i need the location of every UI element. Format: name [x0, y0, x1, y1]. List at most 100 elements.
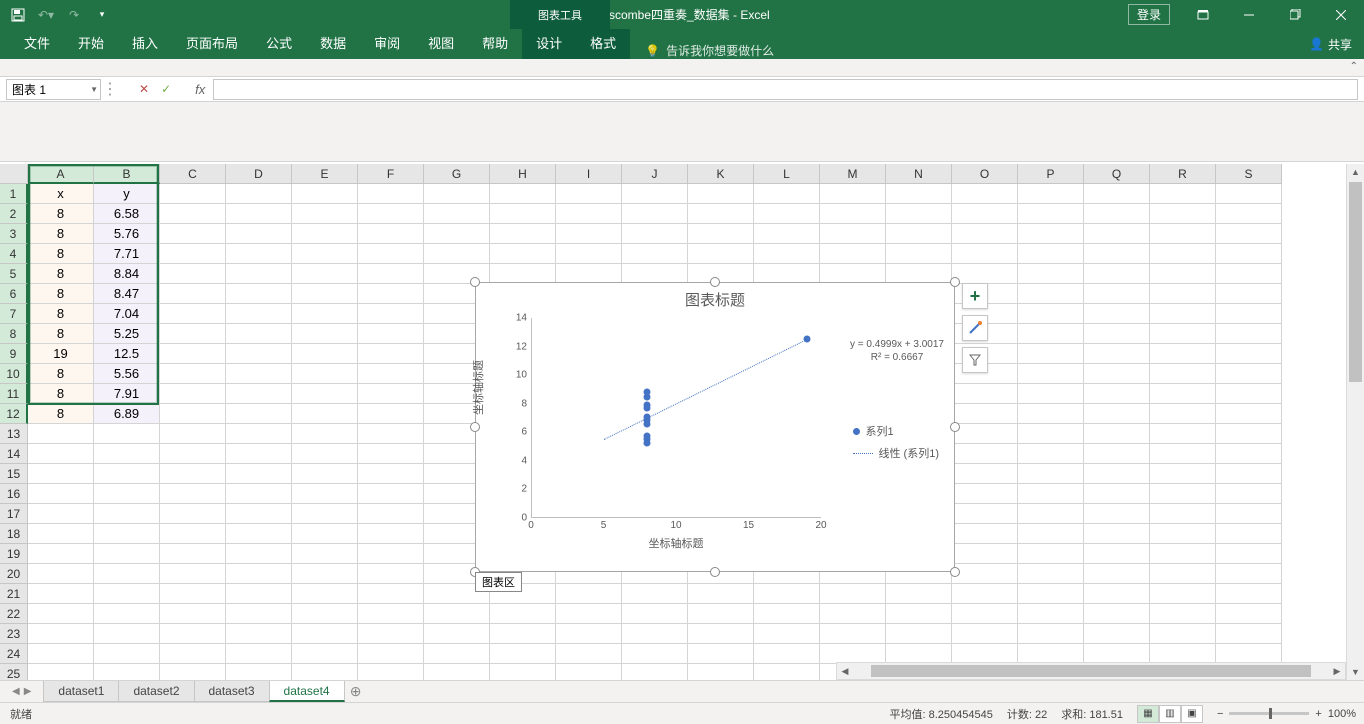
cell-N4[interactable]: [886, 244, 952, 264]
cell-D6[interactable]: [226, 284, 292, 304]
cell-O20[interactable]: [952, 564, 1018, 584]
cell-F11[interactable]: [358, 384, 424, 404]
cell-Q19[interactable]: [1084, 544, 1150, 564]
row-header-17[interactable]: 17: [0, 504, 28, 524]
scroll-down-icon[interactable]: ▼: [1347, 664, 1364, 680]
row-header-7[interactable]: 7: [0, 304, 28, 324]
cell-S11[interactable]: [1216, 384, 1282, 404]
row-header-8[interactable]: 8: [0, 324, 28, 344]
cell-F5[interactable]: [358, 264, 424, 284]
cell-D15[interactable]: [226, 464, 292, 484]
new-sheet-button[interactable]: ⊕: [344, 681, 368, 702]
cell-R13[interactable]: [1150, 424, 1216, 444]
cell-D11[interactable]: [226, 384, 292, 404]
cell-G3[interactable]: [424, 224, 490, 244]
cell-M23[interactable]: [820, 624, 886, 644]
cell-P20[interactable]: [1018, 564, 1084, 584]
cell-P24[interactable]: [1018, 644, 1084, 664]
col-header-C[interactable]: C: [160, 164, 226, 184]
row-header-19[interactable]: 19: [0, 544, 28, 564]
col-header-G[interactable]: G: [424, 164, 490, 184]
cell-R20[interactable]: [1150, 564, 1216, 584]
cell-H1[interactable]: [490, 184, 556, 204]
cell-B4[interactable]: 7.71: [94, 244, 160, 264]
cell-E19[interactable]: [292, 544, 358, 564]
cell-H2[interactable]: [490, 204, 556, 224]
cell-P1[interactable]: [1018, 184, 1084, 204]
restore-icon[interactable]: [1272, 0, 1318, 29]
cell-Q17[interactable]: [1084, 504, 1150, 524]
cell-A18[interactable]: [28, 524, 94, 544]
cell-B16[interactable]: [94, 484, 160, 504]
cell-H23[interactable]: [490, 624, 556, 644]
cell-B10[interactable]: 5.56: [94, 364, 160, 384]
tab-design[interactable]: 设计: [522, 29, 576, 59]
cell-P19[interactable]: [1018, 544, 1084, 564]
cell-F6[interactable]: [358, 284, 424, 304]
cell-P23[interactable]: [1018, 624, 1084, 644]
y-axis-title[interactable]: 坐标轴标题: [470, 360, 486, 415]
cell-Q9[interactable]: [1084, 344, 1150, 364]
close-icon[interactable]: [1318, 0, 1364, 29]
cell-A7[interactable]: 8: [28, 304, 94, 324]
cell-B21[interactable]: [94, 584, 160, 604]
cell-B11[interactable]: 7.91: [94, 384, 160, 404]
vertical-scrollbar[interactable]: ▲ ▼: [1346, 164, 1364, 680]
cell-N1[interactable]: [886, 184, 952, 204]
cell-R6[interactable]: [1150, 284, 1216, 304]
cell-A15[interactable]: [28, 464, 94, 484]
cell-C3[interactable]: [160, 224, 226, 244]
cell-R4[interactable]: [1150, 244, 1216, 264]
sheet-tab-dataset1[interactable]: dataset1: [43, 681, 119, 702]
cell-C24[interactable]: [160, 644, 226, 664]
cell-A6[interactable]: 8: [28, 284, 94, 304]
cell-M22[interactable]: [820, 604, 886, 624]
cell-B1[interactable]: y: [94, 184, 160, 204]
cell-S17[interactable]: [1216, 504, 1282, 524]
cell-O23[interactable]: [952, 624, 1018, 644]
tab-view[interactable]: 视图: [414, 29, 468, 59]
cell-Q15[interactable]: [1084, 464, 1150, 484]
cell-A20[interactable]: [28, 564, 94, 584]
col-header-B[interactable]: B: [94, 164, 160, 184]
cell-S12[interactable]: [1216, 404, 1282, 424]
cell-D2[interactable]: [226, 204, 292, 224]
cell-C5[interactable]: [160, 264, 226, 284]
cell-Q22[interactable]: [1084, 604, 1150, 624]
view-page-layout-icon[interactable]: ▥: [1159, 705, 1181, 723]
cell-D16[interactable]: [226, 484, 292, 504]
col-header-A[interactable]: A: [28, 164, 94, 184]
cell-R15[interactable]: [1150, 464, 1216, 484]
cell-B18[interactable]: [94, 524, 160, 544]
view-page-break-icon[interactable]: ▣: [1181, 705, 1203, 723]
cell-Q8[interactable]: [1084, 324, 1150, 344]
cell-P9[interactable]: [1018, 344, 1084, 364]
cell-Q11[interactable]: [1084, 384, 1150, 404]
cell-H5[interactable]: [490, 264, 556, 284]
cell-S13[interactable]: [1216, 424, 1282, 444]
cell-B13[interactable]: [94, 424, 160, 444]
save-icon[interactable]: [8, 5, 28, 25]
cell-O1[interactable]: [952, 184, 1018, 204]
cell-R3[interactable]: [1150, 224, 1216, 244]
cell-S23[interactable]: [1216, 624, 1282, 644]
cell-Q7[interactable]: [1084, 304, 1150, 324]
cell-M3[interactable]: [820, 224, 886, 244]
cell-B23[interactable]: [94, 624, 160, 644]
cell-A9[interactable]: 19: [28, 344, 94, 364]
cell-Q23[interactable]: [1084, 624, 1150, 644]
cell-F13[interactable]: [358, 424, 424, 444]
cell-J23[interactable]: [622, 624, 688, 644]
cell-R5[interactable]: [1150, 264, 1216, 284]
redo-icon[interactable]: ↷: [64, 5, 84, 25]
cell-O11[interactable]: [952, 384, 1018, 404]
cell-J21[interactable]: [622, 584, 688, 604]
cell-C23[interactable]: [160, 624, 226, 644]
cell-O13[interactable]: [952, 424, 1018, 444]
cell-Q14[interactable]: [1084, 444, 1150, 464]
cell-S4[interactable]: [1216, 244, 1282, 264]
cell-F22[interactable]: [358, 604, 424, 624]
row-header-24[interactable]: 24: [0, 644, 28, 664]
cell-F8[interactable]: [358, 324, 424, 344]
chart-handle-mid-left[interactable]: [470, 422, 480, 432]
